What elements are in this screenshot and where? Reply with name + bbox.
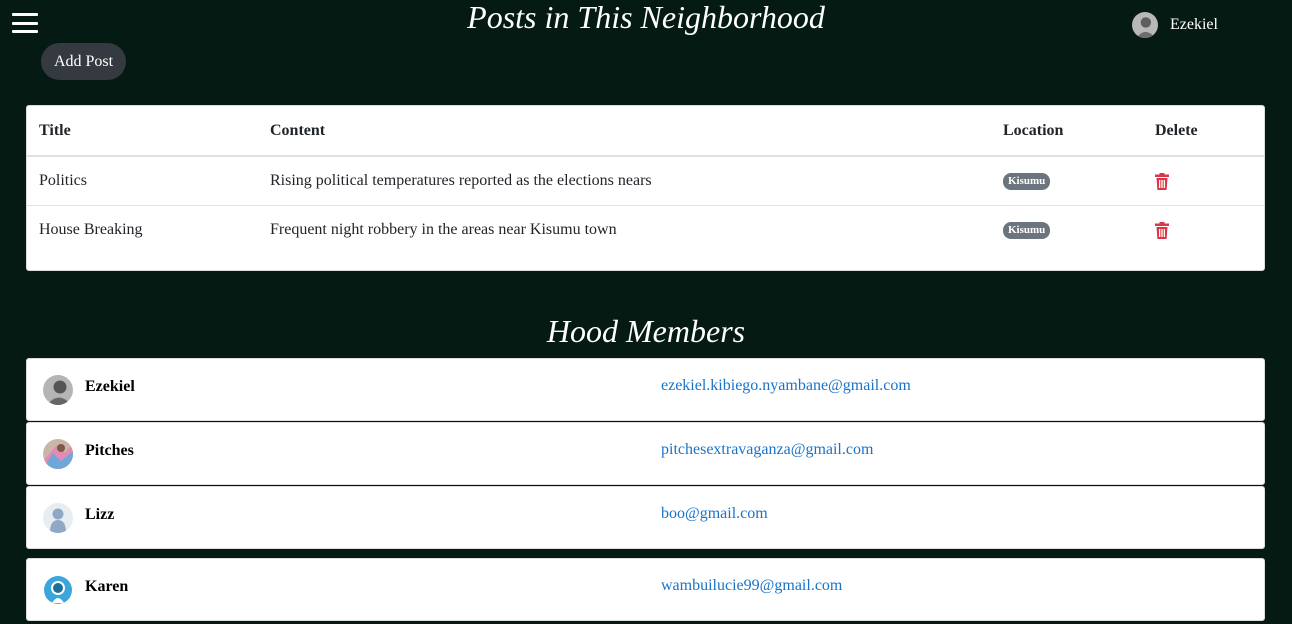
member-name: Lizz [85, 506, 115, 523]
member-email-link[interactable]: wambuilucie99@gmail.com [661, 577, 842, 595]
location-badge: Kisumu [1003, 172, 1051, 190]
user-name: Ezekiel [1170, 16, 1218, 33]
member-avatar [43, 375, 73, 405]
member-email-link[interactable]: pitchesextravaganza@gmail.com [661, 441, 873, 459]
column-header-title: Title [27, 106, 258, 157]
table-row: House Breaking Frequent night robbery in… [27, 205, 1264, 254]
column-header-content: Content [258, 106, 991, 157]
post-title: Politics [27, 156, 258, 206]
table-row: Politics Rising political temperatures r… [27, 156, 1264, 206]
post-location-cell: Kisumu [991, 205, 1143, 254]
member-name: Ezekiel [85, 378, 135, 395]
post-delete-cell [1143, 205, 1264, 254]
member-avatar [43, 439, 73, 469]
add-post-button[interactable]: Add Post [41, 43, 126, 80]
user-profile[interactable]: Ezekiel [1132, 12, 1218, 38]
member-card-karen: Karen wambuilucie99@gmail.com [26, 558, 1265, 621]
member-card-lizz: Lizz boo@gmail.com [26, 486, 1265, 549]
member-name: Pitches [85, 442, 134, 459]
member-email-link[interactable]: boo@gmail.com [661, 505, 768, 523]
member-name: Karen [85, 578, 129, 595]
location-badge: Kisumu [1003, 221, 1051, 239]
member-card-pitches: Pitches pitchesextravaganza@gmail.com [26, 422, 1265, 485]
member-avatar [43, 503, 73, 533]
post-title: House Breaking [39, 220, 143, 238]
trash-icon[interactable] [1155, 221, 1169, 239]
page-title: Posts in This Neighborhood [467, 0, 825, 35]
posts-table-card: Title Content Location Delete Politics R… [26, 105, 1265, 271]
member-email-link[interactable]: ezekiel.kibiego.nyambane@gmail.com [661, 377, 911, 395]
members-section-title: Hood Members [546, 313, 746, 349]
post-location-cell: Kisumu [991, 156, 1143, 206]
column-header-delete: Delete [1143, 106, 1264, 157]
member-card-ezekiel: Ezekiel ezekiel.kibiego.nyambane@gmail.c… [26, 358, 1265, 421]
table-header-row: Title Content Location Delete [27, 106, 1264, 157]
post-content: Frequent night robbery in the areas near… [270, 220, 617, 238]
posts-table: Title Content Location Delete Politics R… [27, 106, 1264, 254]
post-delete-cell [1143, 156, 1264, 206]
user-avatar [1132, 12, 1158, 38]
column-header-location: Location [991, 106, 1143, 157]
member-avatar [43, 575, 73, 605]
post-content: Rising political temperatures reported a… [258, 156, 991, 206]
trash-icon[interactable] [1155, 172, 1169, 190]
